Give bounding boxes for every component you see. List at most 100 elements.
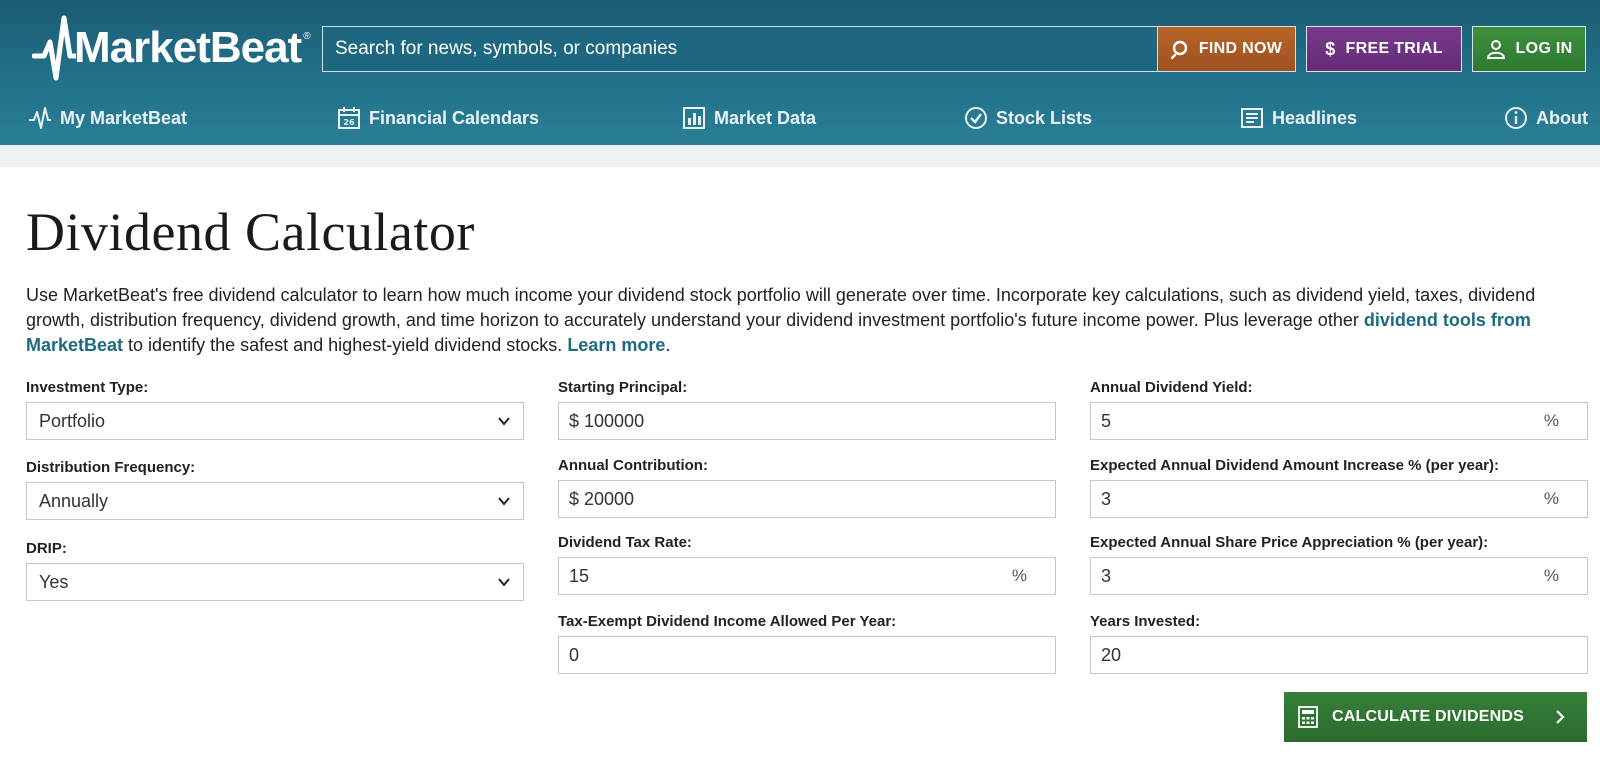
- main-nav: My MarketBeat 26 Financial Calendars Mar…: [0, 100, 1600, 144]
- drip-label: DRIP:: [26, 540, 67, 557]
- chevron-down-icon: [498, 578, 510, 587]
- annual-dividend-yield-value: 5: [1101, 410, 1112, 431]
- nav-headlines[interactable]: Headlines: [1240, 106, 1357, 130]
- dividend-tax-rate-input[interactable]: 15 %: [558, 557, 1056, 595]
- chevron-down-icon: [498, 417, 510, 426]
- investment-type-select[interactable]: Portfolio: [26, 402, 524, 440]
- tax-exempt-label: Tax-Exempt Dividend Income Allowed Per Y…: [558, 613, 897, 630]
- percent-suffix: %: [1543, 566, 1559, 585]
- dividend-increase-label: Expected Annual Dividend Amount Increase…: [1090, 457, 1499, 474]
- calculate-dividends-label: CALCULATE DIVIDENDS: [1332, 708, 1524, 725]
- dividend-calculator-form: Investment Type: Portfolio Distribution …: [26, 379, 1588, 679]
- percent-suffix: %: [1543, 411, 1559, 430]
- dividend-increase-value: 3: [1101, 488, 1112, 509]
- site-header: MarketBeat ® FIND NOW $ FREE TRIAL LOG I…: [0, 0, 1600, 145]
- distribution-frequency-label: Distribution Frequency:: [26, 459, 196, 476]
- years-invested-value: 20: [1101, 644, 1122, 665]
- distribution-frequency-select[interactable]: Annually: [26, 482, 524, 520]
- free-trial-button[interactable]: $ FREE TRIAL: [1306, 26, 1462, 72]
- newspaper-icon: [1241, 108, 1263, 128]
- years-invested-field: Years Invested: 20: [1090, 613, 1588, 674]
- investment-type-label: Investment Type:: [26, 379, 149, 396]
- chevron-right-icon: [1556, 710, 1565, 724]
- percent-suffix: %: [1011, 566, 1027, 585]
- starting-principal-label: Starting Principal:: [558, 379, 688, 396]
- pulse-icon: [29, 107, 51, 129]
- user-icon: [1486, 40, 1505, 59]
- search-icon: [1170, 40, 1188, 59]
- logo-pulse-icon: [32, 15, 76, 81]
- header-divider-strip: [0, 145, 1600, 167]
- nav-financial-calendars[interactable]: 26 Financial Calendars: [337, 106, 539, 130]
- svg-text:26: 26: [343, 118, 355, 127]
- calendar-icon: 26: [338, 107, 360, 129]
- logo-registered-mark: ®: [303, 30, 311, 42]
- dollar-icon: $: [1325, 38, 1336, 59]
- dividend-tax-rate-value: 15: [569, 565, 590, 586]
- intro-text: .: [665, 335, 671, 355]
- nav-my-marketbeat[interactable]: My MarketBeat: [28, 106, 187, 130]
- search-bar: FIND NOW: [322, 26, 1296, 72]
- page-title: Dividend Calculator: [26, 202, 475, 262]
- starting-principal-value: $ 100000: [569, 410, 645, 431]
- annual-contribution-input[interactable]: $ 20000: [558, 480, 1056, 518]
- price-appreciation-input[interactable]: 3 %: [1090, 557, 1588, 595]
- years-invested-input[interactable]: 20: [1090, 636, 1588, 674]
- nav-label: About: [1536, 107, 1588, 128]
- intro-text: Use MarketBeat's free dividend calculato…: [26, 285, 1536, 330]
- years-invested-label: Years Invested:: [1090, 613, 1201, 630]
- nav-market-data[interactable]: Market Data: [682, 106, 816, 130]
- main-content: Dividend Calculator Use MarketBeat's fre…: [26, 167, 1588, 674]
- price-appreciation-field: Expected Annual Share Price Appreciation…: [1090, 534, 1588, 595]
- price-appreciation-value: 3: [1101, 565, 1112, 586]
- annual-contribution-field: Annual Contribution: $ 20000: [558, 457, 1056, 518]
- nav-label: My MarketBeat: [60, 107, 188, 128]
- free-trial-label: FREE TRIAL: [1345, 40, 1443, 57]
- tax-exempt-field: Tax-Exempt Dividend Income Allowed Per Y…: [558, 613, 1056, 674]
- nav-label: Market Data: [714, 107, 817, 128]
- nav-label: Headlines: [1272, 107, 1358, 128]
- check-circle-icon: [965, 107, 987, 129]
- log-in-label: LOG IN: [1515, 40, 1573, 57]
- percent-suffix: %: [1543, 489, 1559, 508]
- learn-more-link[interactable]: Learn more: [567, 335, 665, 355]
- logo-text: MarketBeat: [74, 23, 302, 72]
- price-appreciation-label: Expected Annual Share Price Appreciation…: [1090, 534, 1489, 551]
- starting-principal-input[interactable]: $ 100000: [558, 402, 1056, 440]
- investment-type-value: Portfolio: [39, 410, 106, 431]
- dividend-increase-field: Expected Annual Dividend Amount Increase…: [1090, 457, 1588, 518]
- nav-stock-lists[interactable]: Stock Lists: [964, 106, 1092, 130]
- annual-contribution-label: Annual Contribution:: [558, 457, 708, 474]
- starting-principal-field: Starting Principal: $ 100000: [558, 379, 1056, 440]
- drip-value: Yes: [39, 571, 69, 592]
- drip-select[interactable]: Yes: [26, 563, 524, 601]
- find-now-button[interactable]: FIND NOW: [1157, 27, 1295, 71]
- annual-dividend-yield-input[interactable]: 5 %: [1090, 402, 1588, 440]
- dividend-tax-rate-field: Dividend Tax Rate: 15 %: [558, 534, 1056, 595]
- tax-exempt-input[interactable]: 0: [558, 636, 1056, 674]
- bar-chart-icon: [683, 107, 705, 129]
- info-icon: [1505, 107, 1527, 129]
- nav-label: Stock Lists: [996, 107, 1093, 128]
- log-in-button[interactable]: LOG IN: [1472, 26, 1586, 72]
- dividend-increase-input[interactable]: 3 %: [1090, 480, 1588, 518]
- dividend-tax-rate-label: Dividend Tax Rate:: [558, 534, 692, 551]
- annual-dividend-yield-label: Annual Dividend Yield:: [1090, 379, 1253, 396]
- nav-about[interactable]: About: [1504, 106, 1588, 130]
- marketbeat-logo[interactable]: MarketBeat ®: [32, 12, 311, 84]
- investment-type-field: Investment Type: Portfolio: [26, 379, 524, 440]
- nav-label: Financial Calendars: [369, 107, 540, 128]
- chevron-down-icon: [498, 497, 510, 506]
- annual-contribution-value: $ 20000: [569, 488, 635, 509]
- intro-text: to identify the safest and highest-yield…: [123, 335, 568, 355]
- intro-paragraph: Use MarketBeat's free dividend calculato…: [26, 283, 1581, 358]
- annual-dividend-yield-field: Annual Dividend Yield: 5 %: [1090, 379, 1588, 440]
- drip-field: DRIP: Yes: [26, 540, 524, 601]
- search-input[interactable]: [323, 27, 1157, 71]
- tax-exempt-value: 0: [569, 644, 580, 665]
- calculate-dividends-button[interactable]: CALCULATE DIVIDENDS: [1284, 692, 1587, 742]
- distribution-frequency-value: Annually: [39, 490, 109, 511]
- distribution-frequency-field: Distribution Frequency: Annually: [26, 459, 524, 520]
- calculator-icon: [1298, 706, 1318, 728]
- find-now-label: FIND NOW: [1198, 40, 1283, 57]
